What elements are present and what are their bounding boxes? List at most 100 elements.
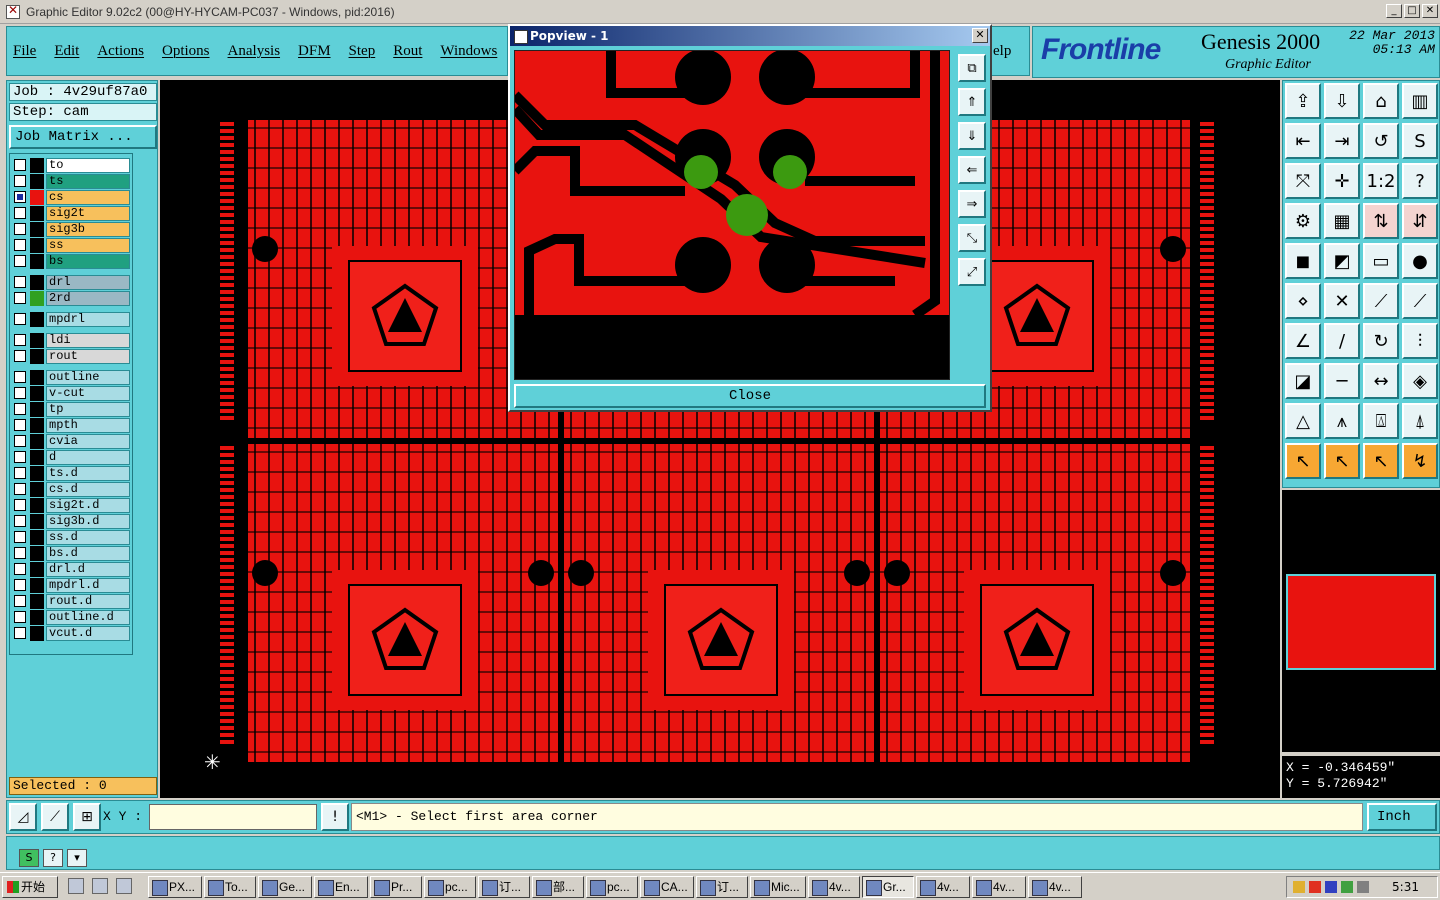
layer-name[interactable]: mpdrl.d [46,578,130,593]
layer-row[interactable]: cs.d [12,482,130,497]
layer-row[interactable]: bs [12,254,130,269]
layer-name[interactable]: 2rd [46,291,130,306]
node-icon[interactable]: ⋄ [1285,283,1321,319]
layer-checkbox[interactable] [14,371,26,383]
layer-checkbox[interactable] [14,499,26,511]
layer-checkbox[interactable] [14,419,26,431]
tray-volume-icon[interactable] [1341,881,1353,893]
scale-icon[interactable]: 1:2 [1363,163,1399,199]
undo-icon[interactable]: ↺ [1363,123,1399,159]
layer-row[interactable]: cs [12,190,130,205]
minimize-button[interactable]: _ [1386,4,1402,18]
help-icon[interactable]: ? [43,849,63,867]
job-matrix-button[interactable]: Job Matrix ... [9,125,157,149]
taskbar-task-button[interactable]: En... [314,876,368,898]
layer-checkbox[interactable] [14,239,26,251]
popview-close-button[interactable]: Close [514,384,986,408]
layer-checkbox[interactable] [14,191,26,203]
menu-windows[interactable]: Windows [440,43,497,60]
split-icon[interactable]: ⫶ [1402,323,1438,359]
layer-checkbox[interactable] [14,531,26,543]
layer-checkbox[interactable] [14,547,26,559]
taskbar-task-button[interactable]: Ge... [258,876,312,898]
layer-checkbox[interactable] [14,175,26,187]
layer-row[interactable]: ts.d [12,466,130,481]
layer-checkbox[interactable] [14,611,26,623]
taskbar-task-button[interactable]: pc... [586,876,638,898]
quicklaunch-browser-icon[interactable] [116,878,132,894]
flip-icon[interactable]: ⇵ [1402,203,1438,239]
taskbar-task-button[interactable]: Gr... [862,876,914,898]
layer-row[interactable]: ts [12,174,130,189]
layer-row[interactable]: outline [12,370,130,385]
taskbar-task-button[interactable]: Mic... [750,876,806,898]
taskbar-task-button[interactable]: 订... [696,876,748,898]
layer-name[interactable]: ts.d [46,466,130,481]
menu-actions[interactable]: Actions [97,43,144,60]
popview-pan-down-icon[interactable]: ⇓ [958,122,986,150]
layer-checkbox[interactable] [14,387,26,399]
select-box-icon[interactable]: ↖ [1324,443,1360,479]
taskbar-task-button[interactable]: 订... [478,876,530,898]
units-selector[interactable]: Inch [1367,803,1437,831]
overview-map[interactable] [1282,490,1440,752]
snap-icon[interactable]: ◿ [9,803,37,831]
layer-checkbox[interactable] [14,159,26,171]
quicklaunch-desktop-icon[interactable] [68,878,84,894]
pcb-board[interactable] [564,444,874,762]
quicklaunch-clock-icon[interactable] [92,878,108,894]
menu-step[interactable]: Step [349,43,376,60]
layer-checkbox[interactable] [14,276,26,288]
overview-viewport[interactable] [1286,574,1436,670]
xy-input[interactable] [149,804,317,830]
layer-checkbox[interactable] [14,350,26,362]
layer-row[interactable]: mpdrl [12,312,130,327]
layer-row[interactable]: sig2t [12,206,130,221]
layer-row[interactable]: ldi [12,333,130,348]
query-icon[interactable]: ? [1402,163,1438,199]
popview-canvas[interactable] [514,50,950,380]
layer-name[interactable]: tp [46,402,130,417]
layer-name[interactable]: mpth [46,418,130,433]
layer-name[interactable]: ts [46,174,130,189]
tray-security-icon[interactable] [1325,881,1337,893]
width-icon[interactable]: ↔ [1363,363,1399,399]
layer-row[interactable]: drl [12,275,130,290]
script-icon[interactable]: S [19,849,39,867]
layer-name[interactable]: v-cut [46,386,130,401]
taskbar-task-button[interactable]: 4v... [808,876,860,898]
layer-checkbox[interactable] [14,595,26,607]
shape-icon[interactable]: ◈ [1402,363,1438,399]
layer-row[interactable]: bs.d [12,546,130,561]
ruler-icon[interactable]: ▭ [1363,243,1399,279]
layer-name[interactable]: to [46,158,130,173]
layer-name[interactable]: bs.d [46,546,130,561]
start-button[interactable]: 开始 [2,876,58,898]
popview-fit-icon[interactable]: ⤢ [958,258,986,286]
layer-row[interactable]: outline.d [12,610,130,625]
taskbar-task-button[interactable]: To... [204,876,256,898]
triangle-icon[interactable]: △ [1285,403,1321,439]
layer-row[interactable]: d [12,450,130,465]
layer-name[interactable]: cs [46,190,130,205]
layer-checkbox[interactable] [14,403,26,415]
taskbar-task-button[interactable]: CA... [640,876,694,898]
arc-icon[interactable]: ⟋ [1402,283,1438,319]
layer-checkbox[interactable] [14,451,26,463]
dash-icon[interactable]: ─ [1324,363,1360,399]
layer-checkbox[interactable] [14,292,26,304]
grid-icon[interactable]: ▦ [1324,203,1360,239]
maximize-button[interactable]: □ [1404,4,1420,18]
tray-sync-icon[interactable] [1357,881,1369,893]
layer-row[interactable]: mpdrl.d [12,578,130,593]
taskbar-task-button[interactable]: Pr... [370,876,422,898]
layer-name[interactable]: ss [46,238,130,253]
center-icon[interactable]: ✛ [1324,163,1360,199]
box-icon[interactable]: ◪ [1285,363,1321,399]
layer-name[interactable]: sig3b.d [46,514,130,529]
layer-checkbox[interactable] [14,435,26,447]
layer-name[interactable]: rout.d [46,594,130,609]
layer-name[interactable]: drl.d [46,562,130,577]
layer-checkbox[interactable] [14,467,26,479]
pcb-board[interactable] [880,444,1190,762]
